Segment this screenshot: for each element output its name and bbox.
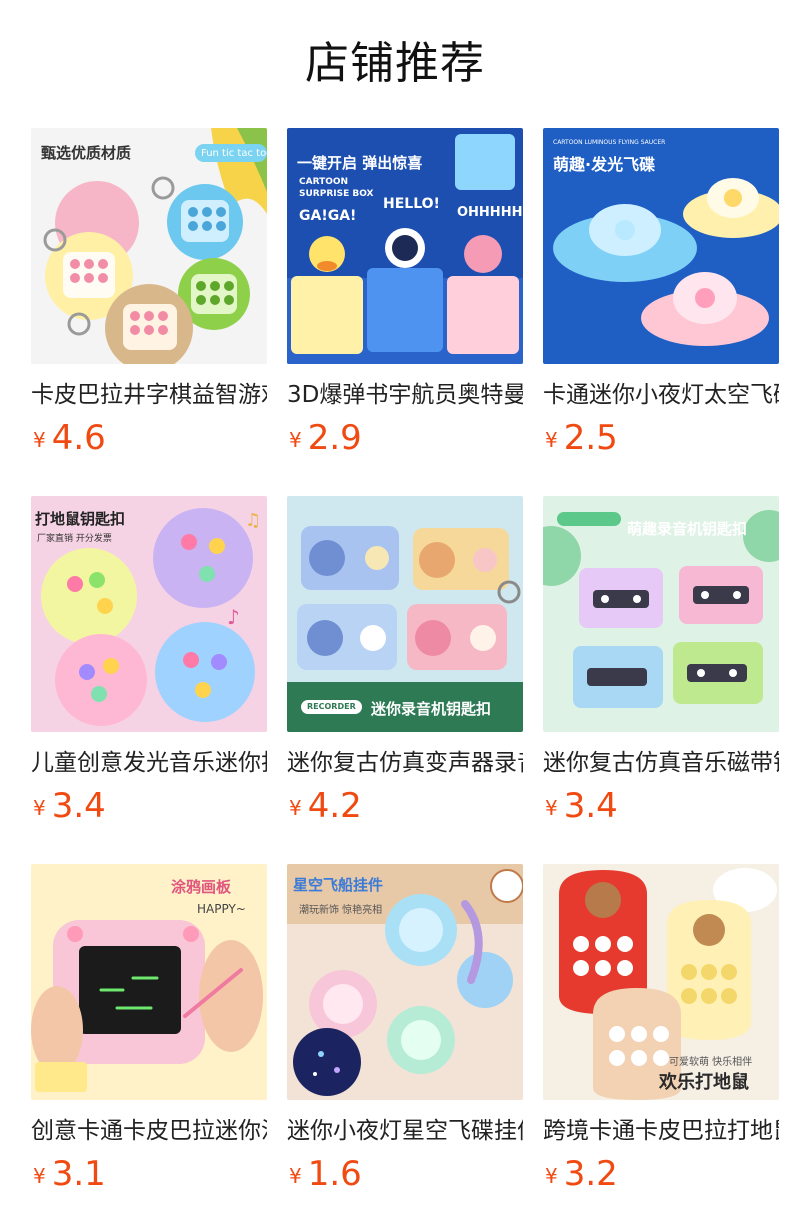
image-caption: 萌趣·发光飞碟 <box>553 155 656 174</box>
product-name[interactable]: 创意卡通卡皮巴拉迷你涂鸦画板 <box>31 1116 267 1146</box>
product-name[interactable]: 儿童创意发光音乐迷你打地鼠 <box>31 748 267 778</box>
svg-text:HELLO!: HELLO! <box>383 196 440 212</box>
product-price: ¥3.4 <box>33 784 106 828</box>
product-card[interactable]: 迷你录音机钥匙扣 RECORDER 迷你复古仿真变声器录音机钥匙扣 ¥4.2 <box>287 496 523 826</box>
currency-symbol: ¥ <box>33 1164 46 1188</box>
product-price: ¥3.2 <box>545 1152 618 1196</box>
product-name[interactable]: 迷你复古仿真变声器录音机钥匙扣 <box>287 748 523 778</box>
product-price: ¥1.6 <box>289 1152 362 1196</box>
image-caption: 星空飞船挂件 <box>293 876 384 894</box>
product-card[interactable]: 甄选优质材质 Fun tic tac toe 卡皮巴拉井字棋益智游戏机钥匙扣 ¥… <box>31 128 267 458</box>
product-name[interactable]: 卡通迷你小夜灯太空飞碟 <box>543 380 779 410</box>
svg-text:GA!GA!: GA!GA! <box>299 208 356 224</box>
currency-symbol: ¥ <box>289 1164 302 1188</box>
image-caption: 萌趣录音机钥匙扣 <box>627 520 748 538</box>
image-badge: Fun tic tac toe <box>201 148 267 159</box>
price-value: 1.6 <box>307 1154 362 1194</box>
product-image[interactable]: ♪ ♫ 打地鼠钥匙扣 厂家直销 开分发票 <box>31 496 267 732</box>
image-badge: 潮玩新饰 惊艳亮相 <box>299 905 383 916</box>
product-card[interactable]: 萌趣录音机钥匙扣 迷你复古仿真音乐磁带钥匙扣 ¥3.4 <box>543 496 779 826</box>
price-value: 2.9 <box>307 418 362 458</box>
product-image[interactable]: 迷你录音机钥匙扣 RECORDER <box>287 496 523 732</box>
product-price: ¥2.5 <box>545 416 618 460</box>
product-image[interactable]: 星空飞船挂件 潮玩新饰 惊艳亮相 <box>287 864 523 1100</box>
price-value: 3.2 <box>563 1154 618 1194</box>
product-name[interactable]: 迷你小夜灯星空飞碟挂件 <box>287 1116 523 1146</box>
product-image[interactable]: 萌趣·发光飞碟 CARTOON LUMINOUS FLYING SAUCER <box>543 128 779 364</box>
currency-symbol: ¥ <box>545 1164 558 1188</box>
product-image[interactable]: GA!GA! HELLO! OHHHHH! 一键开启 弹出惊喜 CARTOON … <box>287 128 523 364</box>
product-card[interactable]: 萌趣·发光飞碟 CARTOON LUMINOUS FLYING SAUCER 卡… <box>543 128 779 458</box>
image-badge: CARTOON LUMINOUS FLYING SAUCER <box>553 139 666 146</box>
image-caption: 甄选优质材质 <box>41 144 132 162</box>
currency-symbol: ¥ <box>33 428 46 452</box>
image-caption: 一键开启 弹出惊喜 <box>297 154 423 172</box>
product-image[interactable]: 萌趣录音机钥匙扣 <box>543 496 779 732</box>
product-price: ¥4.6 <box>33 416 106 460</box>
image-badge: 厂家直销 开分发票 <box>37 534 112 544</box>
price-value: 4.2 <box>307 786 362 826</box>
product-card[interactable]: ♪ ♫ 打地鼠钥匙扣 厂家直销 开分发票 儿童创意发光音乐迷你打地鼠 ¥3.4 <box>31 496 267 826</box>
currency-symbol: ¥ <box>545 428 558 452</box>
currency-symbol: ¥ <box>545 796 558 820</box>
image-badge: CARTOON SURPRISE BOX <box>299 177 374 199</box>
currency-symbol: ¥ <box>289 428 302 452</box>
product-grid: 甄选优质材质 Fun tic tac toe 卡皮巴拉井字棋益智游戏机钥匙扣 ¥… <box>31 128 790 1194</box>
product-price: ¥3.4 <box>545 784 618 828</box>
image-caption: 迷你录音机钥匙扣 <box>371 700 492 718</box>
product-card[interactable]: 欢乐打地鼠 可爱软萌 快乐相伴 跨境卡通卡皮巴拉打地鼠游戏机 ¥3.2 <box>543 864 779 1194</box>
capybara-game-keychains-icon <box>31 128 267 364</box>
image-caption: 涂鸦画板 <box>171 878 232 896</box>
svg-text:♫: ♫ <box>245 510 261 531</box>
svg-text:♪: ♪ <box>227 605 240 629</box>
currency-symbol: ¥ <box>289 796 302 820</box>
product-card[interactable]: GA!GA! HELLO! OHHHHH! 一键开启 弹出惊喜 CARTOON … <box>287 128 523 458</box>
page-title: 店铺推荐 <box>305 38 485 89</box>
price-value: 2.5 <box>563 418 618 458</box>
product-name[interactable]: 卡皮巴拉井字棋益智游戏机钥匙扣 <box>31 380 267 410</box>
price-value: 3.4 <box>51 786 106 826</box>
product-name[interactable]: 3D爆弹书宇航员奥特曼盲盒 <box>287 380 523 410</box>
price-value: 3.4 <box>563 786 618 826</box>
image-caption: 打地鼠钥匙扣 <box>35 510 126 528</box>
product-image[interactable]: 甄选优质材质 Fun tic tac toe <box>31 128 267 364</box>
product-price: ¥4.2 <box>289 784 362 828</box>
svg-text:OHHHHH!: OHHHHH! <box>457 205 523 220</box>
image-badge: HAPPY~ <box>197 902 246 916</box>
product-price: ¥2.9 <box>289 416 362 460</box>
retro-recorder-keychains-icon <box>287 496 523 732</box>
product-name[interactable]: 迷你复古仿真音乐磁带钥匙扣 <box>543 748 779 778</box>
price-value: 3.1 <box>51 1154 106 1194</box>
store-recommendations-page: 店铺推荐 甄选优质材质 Fun tic tac toe 卡皮巴拉井字棋益智游 ¥… <box>0 0 790 1232</box>
product-image[interactable]: 涂鸦画板 HAPPY~ <box>31 864 267 1100</box>
product-card[interactable]: 涂鸦画板 HAPPY~ 创意卡通卡皮巴拉迷你涂鸦画板 ¥3.1 <box>31 864 267 1194</box>
image-badge: 可爱软萌 快乐相伴 <box>669 1057 753 1068</box>
product-image[interactable]: 欢乐打地鼠 可爱软萌 快乐相伴 <box>543 864 779 1100</box>
currency-symbol: ¥ <box>33 796 46 820</box>
price-value: 4.6 <box>51 418 106 458</box>
image-badge: RECORDER <box>301 700 362 714</box>
product-card[interactable]: 星空飞船挂件 潮玩新饰 惊艳亮相 迷你小夜灯星空飞碟挂件 ¥1.6 <box>287 864 523 1194</box>
product-price: ¥3.1 <box>33 1152 106 1196</box>
starry-flying-saucer-pendant-icon <box>287 864 523 1100</box>
image-caption: 欢乐打地鼠 <box>659 1072 749 1093</box>
product-name[interactable]: 跨境卡通卡皮巴拉打地鼠游戏机 <box>543 1116 779 1146</box>
